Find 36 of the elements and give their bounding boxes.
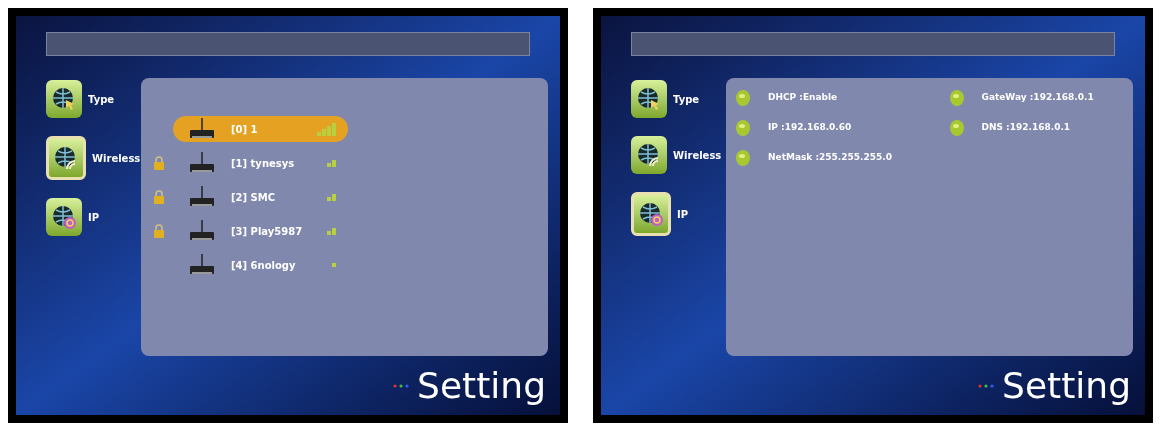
network-name: [2] SMC [231, 190, 277, 205]
network-setting-text: DHCP :Enable [768, 91, 838, 105]
globe-wifi-icon[interactable] [631, 136, 667, 174]
dots-icon [393, 383, 410, 388]
menu-label[interactable]: Wireless [92, 150, 141, 166]
bullet-ball-icon [949, 120, 964, 136]
menu-label[interactable]: IP [88, 209, 100, 225]
menu-label[interactable]: Wireless [673, 147, 722, 163]
network-setting-text: DNS :192.168.0.1 [981, 121, 1071, 135]
bullet-ball-icon [736, 90, 750, 106]
menu-label[interactable]: Type [673, 91, 700, 107]
network-name: [3] Play5987 [231, 224, 304, 239]
page-title: Setting [417, 367, 546, 404]
network-setting-text: NetMask :255.255.255.0 [768, 151, 892, 165]
network-name: [0] 1 [231, 122, 259, 137]
dots-icon [978, 383, 995, 388]
router-icon [189, 186, 215, 208]
bullet-ball-icon [736, 120, 750, 136]
globe-wifi-icon[interactable] [46, 136, 86, 180]
page-title: Setting [1002, 367, 1131, 404]
globe-cursor-icon[interactable] [46, 80, 82, 118]
menu-label[interactable]: IP [677, 206, 689, 222]
router-icon [189, 152, 215, 174]
router-icon [189, 220, 215, 242]
network-name: [1] tynesys [231, 156, 296, 171]
globe-cursor-icon[interactable] [631, 80, 667, 118]
network-setting-text: GateWay :192.168.0.1 [981, 91, 1094, 105]
router-icon [189, 118, 215, 140]
network-name: [4] 6nology [231, 258, 297, 273]
globe-at-icon[interactable] [46, 198, 82, 236]
router-icon [189, 254, 215, 276]
network-setting-text: IP :192.168.0.60 [768, 121, 852, 135]
bullet-ball-icon [949, 90, 964, 106]
bullet-ball-icon [736, 150, 750, 166]
menu-label[interactable]: Type [88, 91, 115, 107]
globe-at-icon[interactable] [631, 192, 671, 236]
